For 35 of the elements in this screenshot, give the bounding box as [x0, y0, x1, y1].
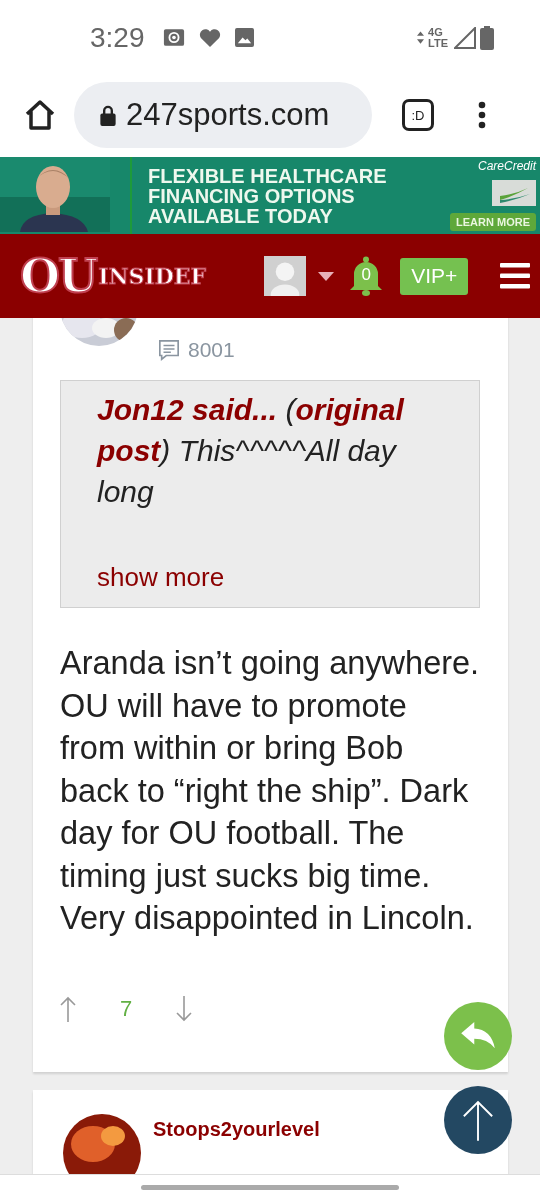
- brand-name: CareCredit: [477, 159, 536, 173]
- comment-icon: [158, 339, 180, 361]
- tabs-button[interactable]: :D: [402, 99, 434, 131]
- ad-headline: FINANCING OPTIONS: [148, 185, 356, 206]
- data-arrows-icon: [417, 31, 425, 44]
- author-name[interactable]: Stoops2yourlevel: [153, 1117, 320, 1141]
- ad-headline: AVAILABLE TODAY: [148, 205, 334, 226]
- downvote-arrow-icon: [176, 995, 193, 1022]
- card-icon: [492, 180, 536, 206]
- ad-headline: FLEXIBLE HEALTHCARE: [148, 165, 387, 186]
- network-type: 4G: [428, 26, 444, 38]
- show-more-link[interactable]: show more: [97, 562, 225, 593]
- vote-count: 7: [120, 995, 133, 1022]
- battery-icon: [480, 25, 494, 50]
- user-avatar[interactable]: [264, 256, 307, 296]
- heart-icon: [198, 27, 221, 48]
- signal-icon: [454, 26, 476, 49]
- lock-icon: [100, 104, 116, 126]
- quote-text: Jon12 said... (original post) This^^^^^All day long: [97, 392, 406, 510]
- notification-count: 0: [360, 265, 372, 285]
- comment-count: 8001: [188, 338, 235, 362]
- menu-icon: [500, 263, 530, 289]
- post-text: Aranda isn’t going anywhere. OU will have to promote from within or bring Bob back to “right the ship”. Dark day for OU football. The timing just sucks big time. Very disappointed in Lincoln.: [60, 644, 480, 938]
- upvote-arrow-icon: [60, 995, 76, 1022]
- dropdown-caret-icon: [318, 271, 335, 281]
- home-icon: [24, 100, 56, 130]
- address-bar[interactable]: 247sports.com: [74, 82, 372, 148]
- clock-time: 3:29: [90, 21, 145, 54]
- more-menu-icon: [478, 101, 486, 129]
- network-type: LTE: [428, 37, 448, 49]
- up-arrow-icon: [461, 1098, 495, 1142]
- reply-arrow-icon: [461, 1022, 495, 1050]
- radio-icon: [162, 28, 185, 47]
- image-icon: [234, 28, 254, 47]
- ad-banner[interactable]: FLEXIBLE HEALTHCARE FINANCING OPTIONS AVAILABLE TODAY CareCredit LEARN MORE: [0, 157, 540, 234]
